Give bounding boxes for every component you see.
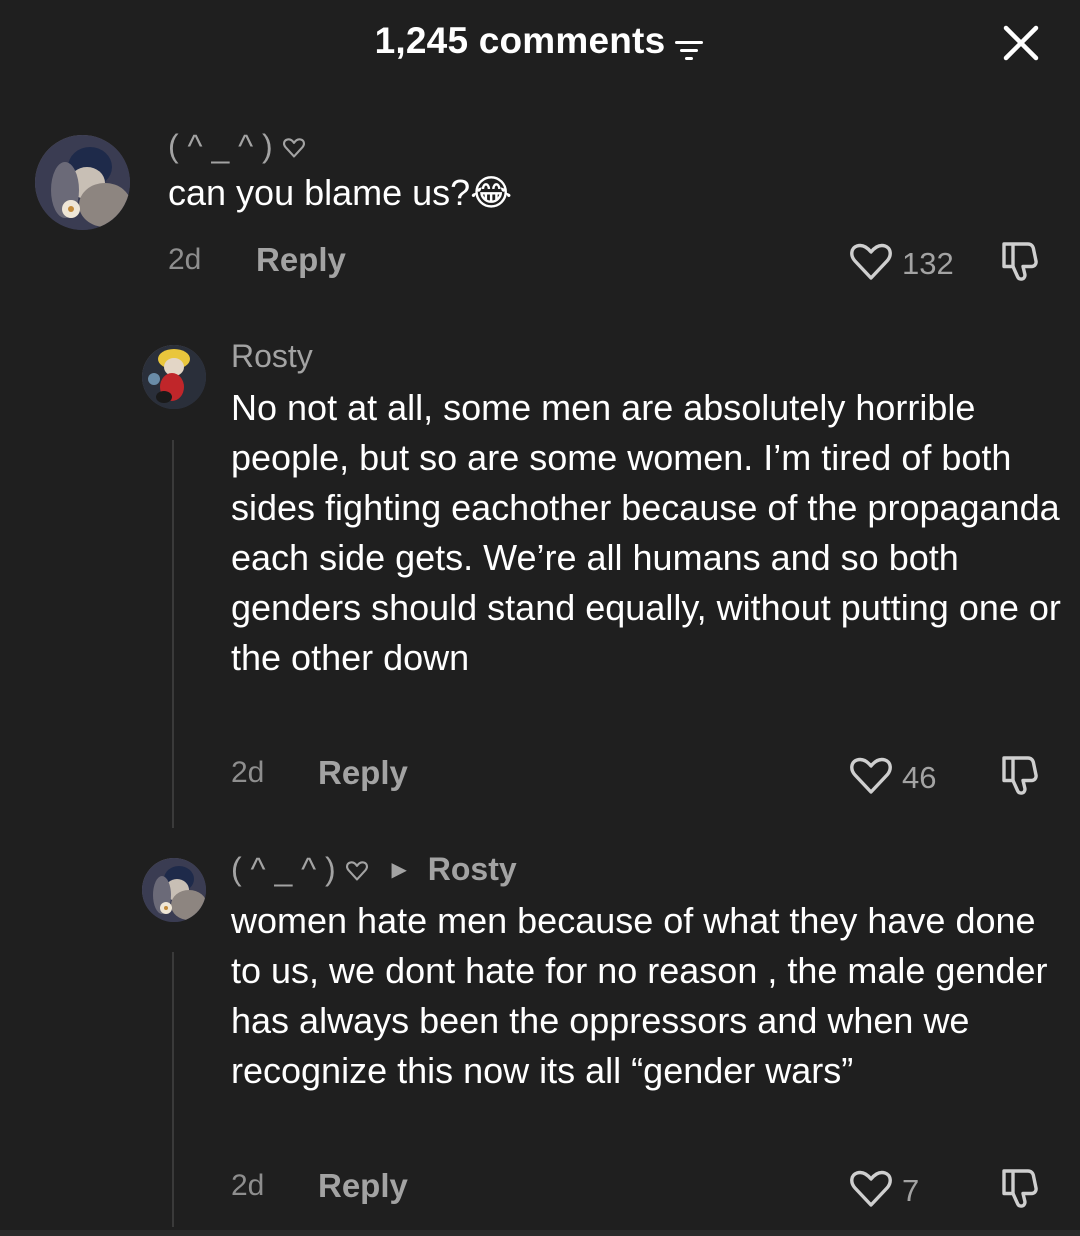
reply-item: ( ^ _ ^ ) ▶ Rosty women hate men because… xyxy=(0,0,1080,1236)
thread-line xyxy=(172,952,174,1227)
reply-to-username[interactable]: Rosty xyxy=(428,851,517,887)
reply-arrow-icon: ▶ xyxy=(391,859,407,881)
avatar[interactable] xyxy=(142,858,206,922)
like-button[interactable]: 7 xyxy=(848,1167,919,1214)
heart-icon xyxy=(345,853,369,890)
divider xyxy=(0,1230,1080,1236)
comment-username[interactable]: ( ^ _ ^ ) ▶ Rosty xyxy=(231,851,517,890)
dislike-icon[interactable] xyxy=(998,1165,1044,1211)
comment-text: women hate men because of what they have… xyxy=(231,900,1048,1091)
comment-time: 2d xyxy=(231,1169,265,1202)
like-count: 7 xyxy=(902,1172,920,1208)
reply-button[interactable]: Reply xyxy=(318,1167,408,1205)
heart-icon xyxy=(848,1167,894,1214)
comments-panel: 1,245 comments (^ _ ^) can you blame u… xyxy=(0,0,1080,1236)
